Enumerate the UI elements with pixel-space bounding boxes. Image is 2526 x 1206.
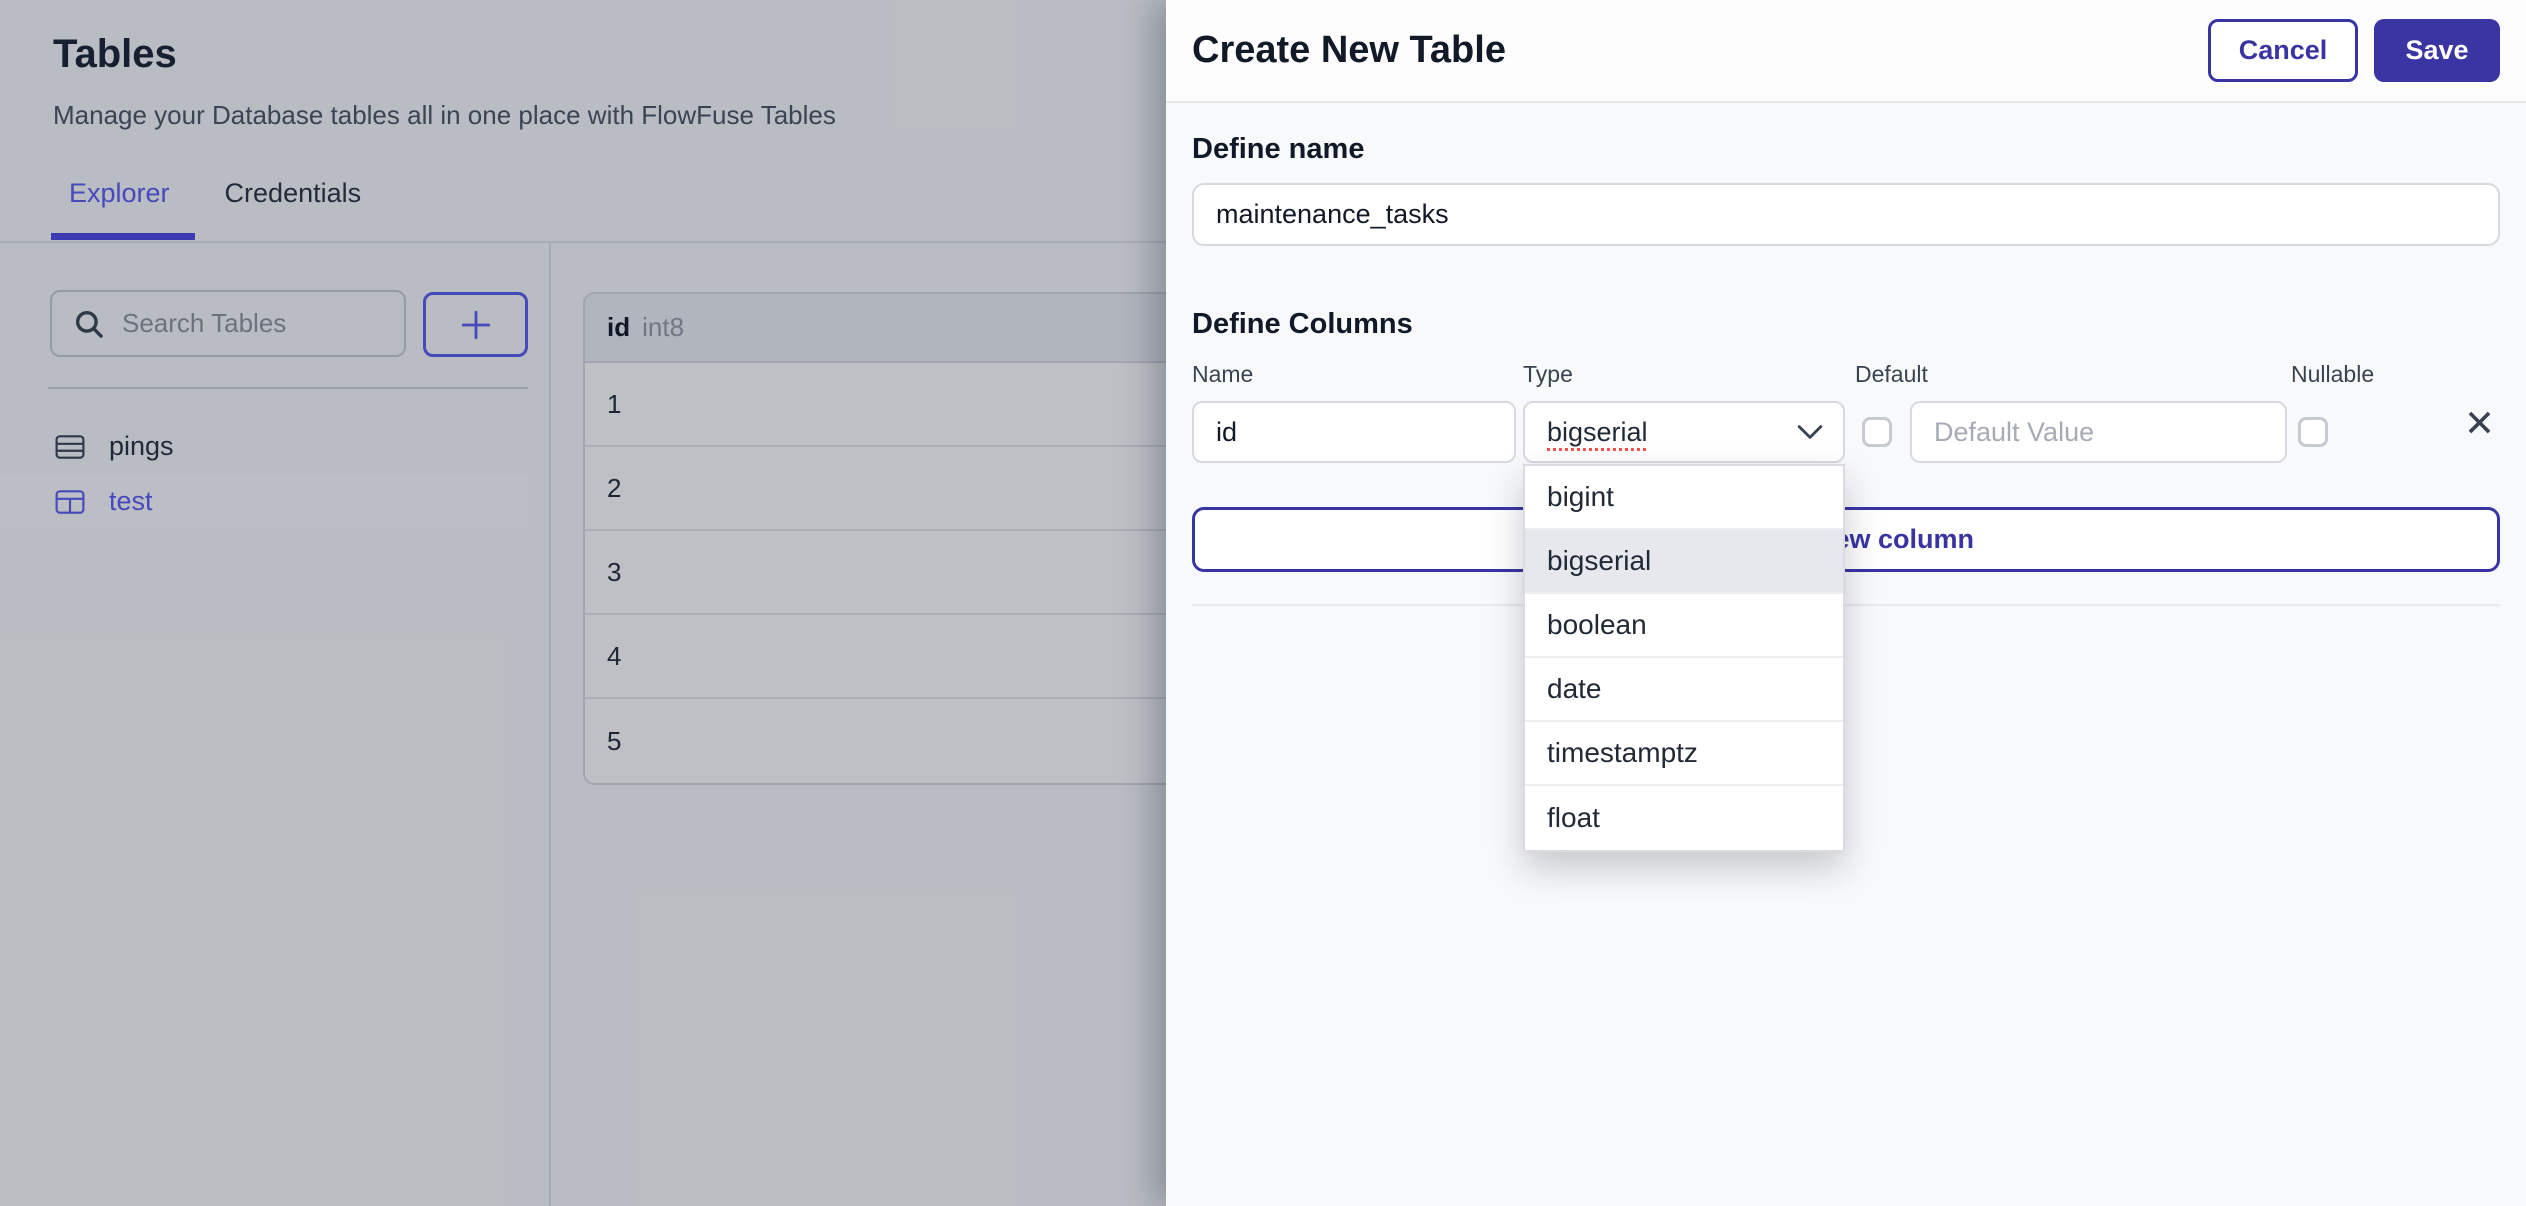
type-select[interactable]: bigserial [1523, 401, 1845, 463]
default-value-input[interactable] [1910, 401, 2287, 463]
type-option-float[interactable]: float [1525, 786, 1843, 850]
column-definition-row: bigserial ✕ bigint bigserial boolean dat… [1192, 401, 2500, 852]
column-field-labels: Name Type Default Nullable [1192, 361, 2500, 387]
cancel-button[interactable]: Cancel [2208, 19, 2358, 82]
drawer-body: Define name Define Columns Name Type Def… [1166, 133, 2526, 852]
define-name-heading: Define name [1192, 133, 1365, 165]
define-columns-heading: Define Columns [1192, 308, 1413, 340]
label-name: Name [1192, 361, 1254, 387]
default-checkbox[interactable] [1862, 417, 1892, 447]
column-name-input[interactable] [1192, 401, 1516, 463]
type-option-boolean[interactable]: boolean [1525, 594, 1843, 658]
create-table-drawer: Create New Table Cancel Save Define name… [1166, 0, 2526, 1206]
save-button[interactable]: Save [2374, 19, 2500, 82]
section-divider [1192, 604, 2500, 606]
label-nullable: Nullable [2291, 361, 2375, 387]
drawer-title: Create New Table [1192, 29, 1506, 71]
chevron-down-icon [1797, 425, 1823, 439]
add-new-column-button[interactable]: Add new column [1192, 507, 2500, 572]
remove-column-button[interactable]: ✕ [2464, 405, 2495, 442]
type-option-timestamptz[interactable]: timestamptz [1525, 722, 1843, 786]
type-select-value: bigserial [1547, 416, 1648, 447]
type-dropdown: bigint bigserial boolean date timestampt… [1523, 464, 1845, 852]
label-default: Default [1855, 361, 1928, 387]
drawer-header: Create New Table Cancel Save [1166, 0, 2526, 103]
table-name-input[interactable] [1192, 183, 2500, 246]
type-option-date[interactable]: date [1525, 658, 1843, 722]
label-type: Type [1523, 361, 1573, 387]
type-option-bigint[interactable]: bigint [1525, 466, 1843, 530]
nullable-checkbox[interactable] [2298, 417, 2328, 447]
type-option-bigserial[interactable]: bigserial [1525, 530, 1843, 594]
